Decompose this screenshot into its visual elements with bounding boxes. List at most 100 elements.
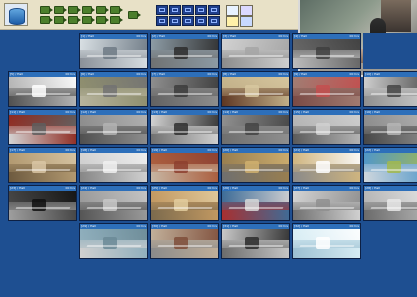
camera-tile[interactable]: [6] / Hall 00 hrs xyxy=(79,71,148,107)
scene-lower xyxy=(222,96,289,106)
camera-icon[interactable] xyxy=(96,6,109,14)
camera-search-icon[interactable] xyxy=(226,5,239,16)
camera-tile[interactable]: [27] / Hall 00 hrs xyxy=(292,185,361,221)
empty-grid-cell xyxy=(292,261,361,297)
camera-feed-image xyxy=(151,191,218,220)
camera-tile[interactable]: [1] / Hall 00 hrs xyxy=(79,33,148,69)
layout-button-6[interactable] xyxy=(156,16,168,26)
info-icon[interactable] xyxy=(240,16,253,27)
camera-icon[interactable] xyxy=(110,6,123,14)
camera-tile[interactable]: [8] / Hall 00 hrs xyxy=(221,71,290,107)
camera-tile[interactable]: [5] / Hall 00 hrs xyxy=(8,71,77,107)
camera-feed-image xyxy=(293,77,360,106)
camera-tile[interactable]: [30] / Hall 00 hrs xyxy=(150,223,219,259)
scene-line xyxy=(86,92,141,95)
camera-tile[interactable]: [32] / Hall 00 hrs xyxy=(292,223,361,259)
camera-tile[interactable]: [28] / Hall00 hrs xyxy=(363,185,417,221)
tag-icon[interactable] xyxy=(240,5,253,16)
scene-line xyxy=(15,206,70,209)
scene-accent xyxy=(316,85,331,98)
camera-feed-image xyxy=(9,191,76,220)
camera-icon[interactable] xyxy=(54,6,67,14)
camera-icon[interactable] xyxy=(110,16,123,24)
folder-icon[interactable] xyxy=(226,16,239,27)
camera-icon[interactable] xyxy=(54,16,67,24)
camera-tile[interactable]: [9] / Hall 00 hrs xyxy=(292,71,361,107)
camera-tile[interactable]: [10] / Hall00 hrs xyxy=(363,71,417,107)
layout-button-3[interactable] xyxy=(182,5,194,15)
camera-feed-image xyxy=(364,115,417,144)
camera-tile[interactable]: [11] / Hall 00 hrs xyxy=(8,109,77,145)
camera-tile[interactable]: [24] / Hall 00 hrs xyxy=(79,185,148,221)
scene-accent xyxy=(103,161,118,174)
camera-icon[interactable] xyxy=(68,16,81,24)
camera-tile[interactable]: [4] / Hall 00 hrs xyxy=(292,33,361,69)
camera-tile[interactable]: [22] / Hall00 hrs xyxy=(363,147,417,183)
scene-accent xyxy=(245,237,260,250)
scene-accent xyxy=(316,161,331,174)
scene-lower xyxy=(80,134,147,144)
camera-icon[interactable] xyxy=(40,16,53,24)
camera-tile[interactable]: [18] / Hall 00 hrs xyxy=(79,147,148,183)
empty-grid-cell xyxy=(8,261,77,297)
camera-tile[interactable]: [19] / Hall 00 hrs xyxy=(150,147,219,183)
scene-line xyxy=(370,130,417,133)
scene-line xyxy=(157,92,212,95)
app-database-icon[interactable] xyxy=(4,3,28,26)
layout-button-2[interactable] xyxy=(169,5,181,15)
camera-tile[interactable]: [29] / Hall 00 hrs xyxy=(79,223,148,259)
camera-tile[interactable]: [2] / Hall 00 hrs xyxy=(150,33,219,69)
camera-tile[interactable]: [12] / Hall 00 hrs xyxy=(79,109,148,145)
camera-icon[interactable] xyxy=(40,6,53,14)
layout-button-10[interactable] xyxy=(208,16,220,26)
scene-lower xyxy=(151,96,218,106)
camera-tile[interactable]: [14] / Hall 00 hrs xyxy=(221,109,290,145)
empty-grid-cell xyxy=(363,223,417,259)
scene-accent xyxy=(32,85,47,98)
layout-button-9[interactable] xyxy=(195,16,207,26)
scene-lower xyxy=(293,96,360,106)
camera-tile[interactable]: [3] / Hall 00 hrs xyxy=(221,33,290,69)
scene-accent xyxy=(245,161,260,174)
camera-feed-image xyxy=(151,39,218,68)
camera-grid[interactable]: [1] / Hall 00 hrs [2] / Hall 00 hrs [3] / Ha… xyxy=(8,33,417,297)
layout-button-1[interactable] xyxy=(156,5,168,15)
scene-accent xyxy=(174,85,189,98)
camera-feed-image xyxy=(222,229,289,258)
scene-line xyxy=(228,168,283,171)
camera-icon[interactable] xyxy=(96,16,109,24)
scene-line xyxy=(157,168,212,171)
record-camera-icon[interactable] xyxy=(128,11,141,19)
camera-tile[interactable]: [20] / Hall 00 hrs xyxy=(221,147,290,183)
camera-tile[interactable]: [21] / Hall 00 hrs xyxy=(292,147,361,183)
camera-tile[interactable]: [25] / Hall 00 hrs xyxy=(150,185,219,221)
scene-accent xyxy=(316,47,331,60)
camera-icon[interactable] xyxy=(82,6,95,14)
camera-icon[interactable] xyxy=(82,16,95,24)
camera-tile[interactable]: [13] / Hall 00 hrs xyxy=(150,109,219,145)
layout-button-5[interactable] xyxy=(208,5,220,15)
scene-lower xyxy=(9,172,76,182)
scene-lower xyxy=(9,134,76,144)
camera-tile[interactable]: [26] / Hall 00 hrs xyxy=(221,185,290,221)
scene-line xyxy=(370,168,417,171)
camera-tile[interactable]: [16] / Hall00 hrs xyxy=(363,109,417,145)
scene-lower xyxy=(293,248,360,258)
scene-accent xyxy=(32,123,47,136)
camera-icon[interactable] xyxy=(68,6,81,14)
scene-lower xyxy=(222,58,289,68)
database-icon xyxy=(9,8,25,25)
scene-line xyxy=(370,206,417,209)
camera-tile[interactable]: [31] / Hall 00 hrs xyxy=(221,223,290,259)
camera-feed-image xyxy=(364,153,417,182)
scene-line xyxy=(299,54,354,57)
camera-tile[interactable]: [15] / Hall 00 hrs xyxy=(292,109,361,145)
camera-tile[interactable]: [23] / Hall 00 hrs xyxy=(8,185,77,221)
camera-feed-image xyxy=(293,39,360,68)
camera-tile[interactable]: [17] / Hall 00 hrs xyxy=(8,147,77,183)
camera-tile[interactable]: [7] / Hall 00 hrs xyxy=(150,71,219,107)
layout-button-4[interactable] xyxy=(195,5,207,15)
layout-button-7[interactable] xyxy=(169,16,181,26)
layout-button-8[interactable] xyxy=(182,16,194,26)
empty-grid-cell xyxy=(8,223,77,259)
